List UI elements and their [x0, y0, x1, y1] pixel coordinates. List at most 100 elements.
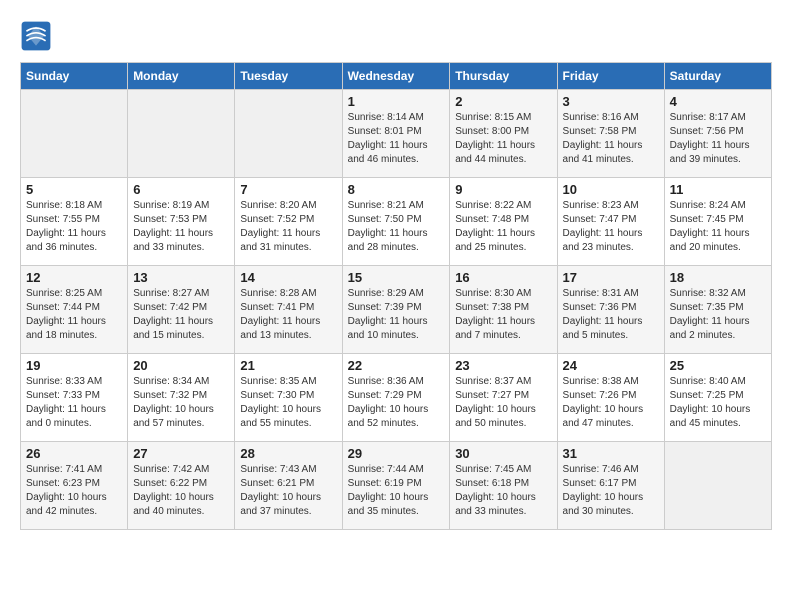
logo-icon [20, 20, 52, 52]
day-info: Sunrise: 7:46 AM Sunset: 6:17 PM Dayligh… [563, 463, 659, 519]
day-info: Sunrise: 7:43 AM Sunset: 6:21 PM Dayligh… [240, 463, 336, 519]
day-number: 6 [133, 182, 229, 197]
calendar-cell: 22 Sunrise: 8:36 AM Sunset: 7:29 PM Dayli… [342, 354, 450, 442]
day-number: 13 [133, 270, 229, 285]
calendar-cell: 21Sunrise: 8:35 AM Sunset: 7:30 PM Dayli… [235, 354, 342, 442]
day-number: 29 [348, 446, 445, 461]
day-info: Sunrise: 8:24 AM Sunset: 7:45 PM Dayligh… [670, 199, 766, 255]
calendar-cell [128, 90, 235, 178]
day-info: Sunrise: 8:25 AM Sunset: 7:44 PM Dayligh… [26, 287, 122, 343]
day-number: 18 [670, 270, 766, 285]
day-info: Sunrise: 8:40 AM Sunset: 7:25 PM Dayligh… [670, 375, 766, 431]
day-info: Sunrise: 8:16 AM Sunset: 7:58 PM Dayligh… [563, 111, 659, 167]
calendar-cell: 8 Sunrise: 8:21 AM Sunset: 7:50 PM Daylig… [342, 178, 450, 266]
day-info: Sunrise: 8:27 AM Sunset: 7:42 PM Dayligh… [133, 287, 229, 343]
day-info: Sunrise: 8:19 AM Sunset: 7:53 PM Dayligh… [133, 199, 229, 255]
day-number: 1 [348, 94, 445, 109]
day-info: Sunrise: 8:22 AM Sunset: 7:48 PM Dayligh… [455, 199, 551, 255]
calendar-cell: 13 Sunrise: 8:27 AM Sunset: 7:42 PM Dayli… [128, 266, 235, 354]
day-header-sunday: Sunday [21, 63, 128, 90]
calendar-cell: 29 Sunrise: 7:44 AM Sunset: 6:19 PM Dayli… [342, 442, 450, 530]
day-info: Sunrise: 8:18 AM Sunset: 7:55 PM Dayligh… [26, 199, 122, 255]
day-info: Sunrise: 8:21 AM Sunset: 7:50 PM Dayligh… [348, 199, 445, 255]
calendar-cell: 15 Sunrise: 8:29 AM Sunset: 7:39 PM Dayli… [342, 266, 450, 354]
day-number: 16 [455, 270, 551, 285]
calendar-cell: 4 Sunrise: 8:17 AM Sunset: 7:56 PM Daylig… [664, 90, 771, 178]
calendar-cell: 27 Sunrise: 7:42 AM Sunset: 6:22 PM Dayli… [128, 442, 235, 530]
day-number: 24 [563, 358, 659, 373]
calendar-cell: 17Sunrise: 8:31 AM Sunset: 7:36 PM Dayli… [557, 266, 664, 354]
calendar-cell: 19 Sunrise: 8:33 AM Sunset: 7:33 PM Dayli… [21, 354, 128, 442]
calendar-cell: 26Sunrise: 7:41 AM Sunset: 6:23 PM Dayli… [21, 442, 128, 530]
day-number: 27 [133, 446, 229, 461]
day-info: Sunrise: 8:28 AM Sunset: 7:41 PM Dayligh… [240, 287, 336, 343]
calendar-cell: 31 Sunrise: 7:46 AM Sunset: 6:17 PM Dayli… [557, 442, 664, 530]
day-number: 3 [563, 94, 659, 109]
calendar-cell: 6 Sunrise: 8:19 AM Sunset: 7:53 PM Daylig… [128, 178, 235, 266]
day-number: 31 [563, 446, 659, 461]
calendar-cell: 20Sunrise: 8:34 AM Sunset: 7:32 PM Dayli… [128, 354, 235, 442]
day-header-tuesday: Tuesday [235, 63, 342, 90]
calendar-week-1: 1 Sunrise: 8:14 AM Sunset: 8:01 PM Daylig… [21, 90, 772, 178]
day-number: 12 [26, 270, 122, 285]
calendar-cell: 10 Sunrise: 8:23 AM Sunset: 7:47 PM Dayli… [557, 178, 664, 266]
day-number: 28 [240, 446, 336, 461]
day-info: Sunrise: 7:45 AM Sunset: 6:18 PM Dayligh… [455, 463, 551, 519]
day-info: Sunrise: 8:15 AM Sunset: 8:00 PM Dayligh… [455, 111, 551, 167]
calendar-cell: 5 Sunrise: 8:18 AM Sunset: 7:55 PM Daylig… [21, 178, 128, 266]
calendar-cell: 25 Sunrise: 8:40 AM Sunset: 7:25 PM Dayli… [664, 354, 771, 442]
day-info: Sunrise: 8:30 AM Sunset: 7:38 PM Dayligh… [455, 287, 551, 343]
calendar-cell: 14 Sunrise: 8:28 AM Sunset: 7:41 PM Dayli… [235, 266, 342, 354]
calendar-cell: 30 Sunrise: 7:45 AM Sunset: 6:18 PM Dayli… [450, 442, 557, 530]
calendar-cell: 23Sunrise: 8:37 AM Sunset: 7:27 PM Dayli… [450, 354, 557, 442]
calendar-cell: 2 Sunrise: 8:15 AM Sunset: 8:00 PM Daylig… [450, 90, 557, 178]
calendar-cell: 1 Sunrise: 8:14 AM Sunset: 8:01 PM Daylig… [342, 90, 450, 178]
calendar-cell [664, 442, 771, 530]
day-info: Sunrise: 8:37 AM Sunset: 7:27 PM Dayligh… [455, 375, 551, 431]
day-header-wednesday: Wednesday [342, 63, 450, 90]
day-header-saturday: Saturday [664, 63, 771, 90]
day-info: Sunrise: 8:20 AM Sunset: 7:52 PM Dayligh… [240, 199, 336, 255]
calendar-cell: 16 Sunrise: 8:30 AM Sunset: 7:38 PM Dayli… [450, 266, 557, 354]
calendar-cell [21, 90, 128, 178]
day-info: Sunrise: 8:33 AM Sunset: 7:33 PM Dayligh… [26, 375, 122, 431]
header [20, 20, 772, 52]
day-number: 5 [26, 182, 122, 197]
day-info: Sunrise: 8:36 AM Sunset: 7:29 PM Dayligh… [348, 375, 445, 431]
day-number: 7 [240, 182, 336, 197]
calendar-cell: 28 Sunrise: 7:43 AM Sunset: 6:21 PM Dayli… [235, 442, 342, 530]
day-number: 30 [455, 446, 551, 461]
day-info: Sunrise: 8:14 AM Sunset: 8:01 PM Dayligh… [348, 111, 445, 167]
day-info: Sunrise: 8:29 AM Sunset: 7:39 PM Dayligh… [348, 287, 445, 343]
day-header-monday: Monday [128, 63, 235, 90]
calendar-week-3: 12 Sunrise: 8:25 AM Sunset: 7:44 PM Dayli… [21, 266, 772, 354]
day-info: Sunrise: 8:34 AM Sunset: 7:32 PM Dayligh… [133, 375, 229, 431]
calendar-week-4: 19 Sunrise: 8:33 AM Sunset: 7:33 PM Dayli… [21, 354, 772, 442]
day-info: Sunrise: 8:31 AM Sunset: 7:36 PM Dayligh… [563, 287, 659, 343]
calendar-week-2: 5 Sunrise: 8:18 AM Sunset: 7:55 PM Daylig… [21, 178, 772, 266]
calendar-cell: 3 Sunrise: 8:16 AM Sunset: 7:58 PM Daylig… [557, 90, 664, 178]
day-number: 15 [348, 270, 445, 285]
day-info: Sunrise: 7:41 AM Sunset: 6:23 PM Dayligh… [26, 463, 122, 519]
day-info: Sunrise: 8:32 AM Sunset: 7:35 PM Dayligh… [670, 287, 766, 343]
day-info: Sunrise: 7:42 AM Sunset: 6:22 PM Dayligh… [133, 463, 229, 519]
day-number: 8 [348, 182, 445, 197]
day-number: 22 [348, 358, 445, 373]
calendar-week-5: 26Sunrise: 7:41 AM Sunset: 6:23 PM Dayli… [21, 442, 772, 530]
day-number: 25 [670, 358, 766, 373]
calendar-table: SundayMondayTuesdayWednesdayThursdayFrid… [20, 62, 772, 530]
day-number: 4 [670, 94, 766, 109]
days-header-row: SundayMondayTuesdayWednesdayThursdayFrid… [21, 63, 772, 90]
day-info: Sunrise: 8:35 AM Sunset: 7:30 PM Dayligh… [240, 375, 336, 431]
calendar-cell: 7 Sunrise: 8:20 AM Sunset: 7:52 PM Daylig… [235, 178, 342, 266]
day-info: Sunrise: 8:38 AM Sunset: 7:26 PM Dayligh… [563, 375, 659, 431]
day-info: Sunrise: 8:23 AM Sunset: 7:47 PM Dayligh… [563, 199, 659, 255]
day-number: 2 [455, 94, 551, 109]
logo [20, 20, 56, 52]
day-info: Sunrise: 7:44 AM Sunset: 6:19 PM Dayligh… [348, 463, 445, 519]
day-number: 10 [563, 182, 659, 197]
day-number: 19 [26, 358, 122, 373]
day-header-thursday: Thursday [450, 63, 557, 90]
day-info: Sunrise: 8:17 AM Sunset: 7:56 PM Dayligh… [670, 111, 766, 167]
day-number: 14 [240, 270, 336, 285]
